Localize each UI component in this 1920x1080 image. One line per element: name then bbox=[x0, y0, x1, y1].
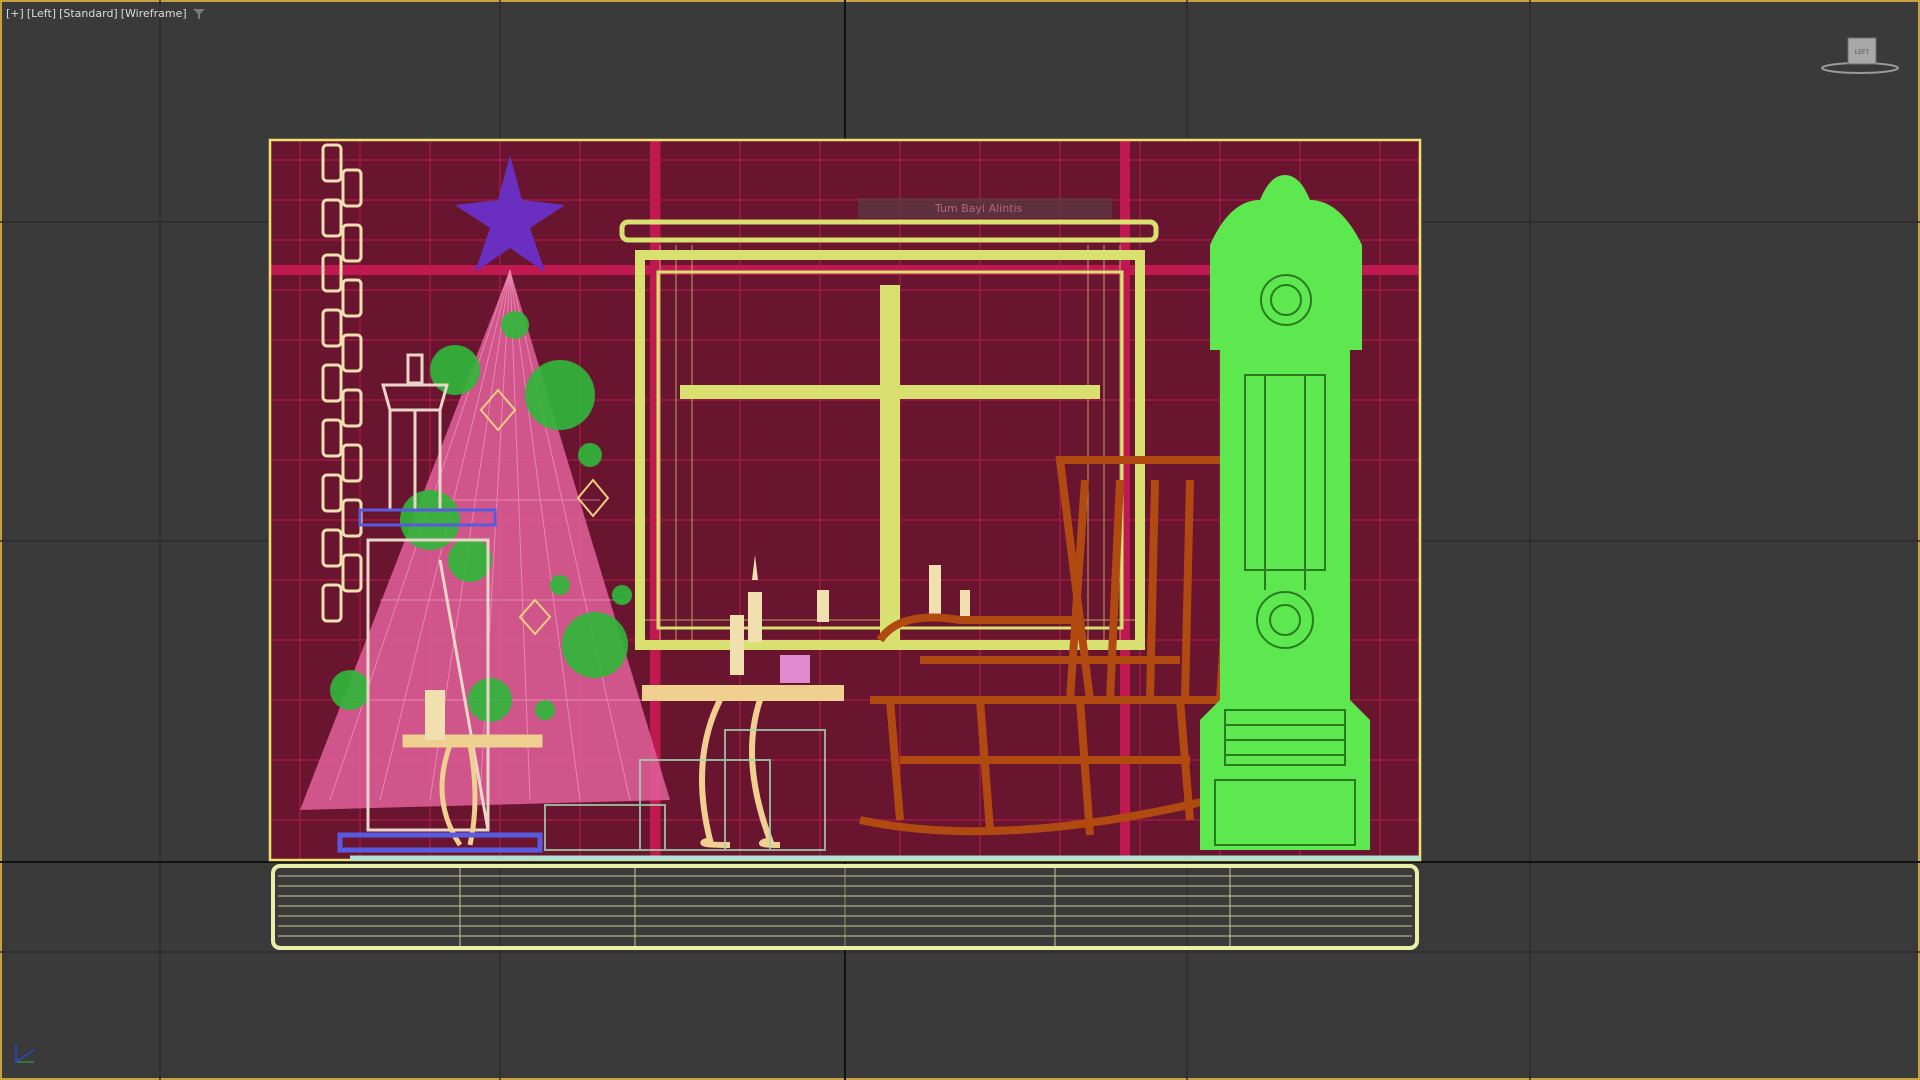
faded-label: Tum Bayi Alintis bbox=[934, 202, 1023, 215]
viewcube[interactable]: LEFT bbox=[1812, 30, 1902, 80]
viewport-view-label[interactable]: [Left] bbox=[27, 6, 56, 22]
filter-icon[interactable] bbox=[192, 7, 206, 21]
viewcube-face-label: LEFT bbox=[1855, 49, 1869, 56]
grandfather-clock bbox=[1200, 175, 1370, 850]
viewport-shading-label[interactable]: [Standard] bbox=[59, 6, 118, 22]
viewport-left[interactable]: Tum Bayi Alintis [+] [Left] [Standard] [… bbox=[0, 0, 1920, 1080]
viewport-label-menu[interactable]: [+] [Left] [Standard] [Wireframe] bbox=[6, 6, 187, 22]
viewport-display-label[interactable]: [Wireframe] bbox=[121, 6, 187, 22]
floor-base bbox=[271, 855, 1420, 950]
scene-wireframe[interactable]: Tum Bayi Alintis bbox=[0, 0, 1920, 1080]
axis-tripod bbox=[15, 1044, 35, 1063]
viewport-plus-menu[interactable]: [+] bbox=[6, 6, 24, 22]
